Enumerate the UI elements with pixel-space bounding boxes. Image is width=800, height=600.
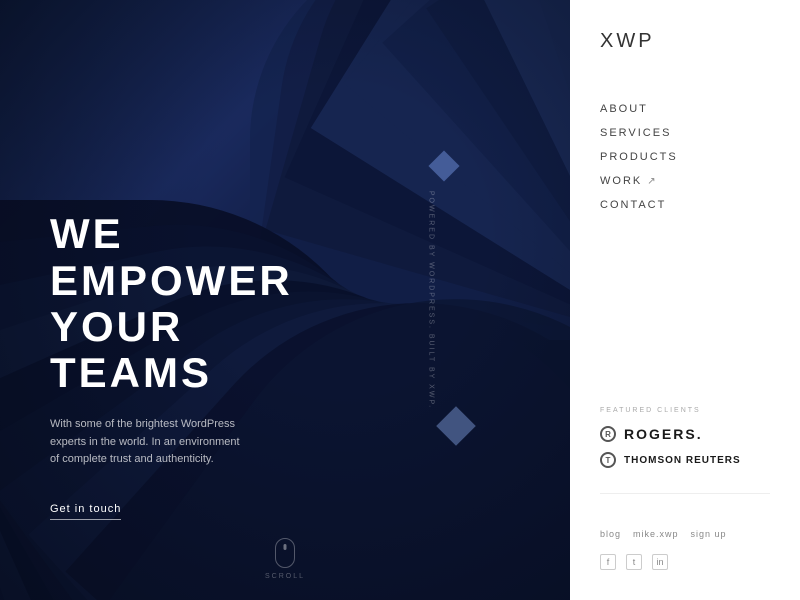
- twitter-icon[interactable]: t: [626, 554, 642, 570]
- thomson-client: T THOMSON REUTERS: [600, 452, 770, 468]
- nav-item-services[interactable]: SERVICES: [600, 127, 770, 139]
- footer-nav: blog mike.xwp sign up: [600, 529, 770, 539]
- thomson-logo-text: THOMSON REUTERS: [624, 455, 741, 466]
- page-wrapper: POWERED BY WORDPRESS. BUILT BY XWP. WE E…: [0, 0, 800, 600]
- hero-subtitle: With some of the brightest WordPress exp…: [50, 416, 250, 469]
- footer-link-blog[interactable]: blog: [600, 529, 621, 539]
- divider: [600, 493, 770, 494]
- linkedin-icon[interactable]: in: [652, 554, 668, 570]
- scroll-mouse-icon: [275, 538, 295, 568]
- logo[interactable]: XWP: [600, 30, 770, 53]
- hero-content: WE EMPOWER YOUR TEAMS With some of the b…: [0, 211, 293, 600]
- vertical-tagline: POWERED BY WORDPRESS. BUILT BY XWP.: [427, 191, 434, 409]
- nav-menu: ABOUT SERVICES PRODUCTS WORK↗ CONTACT: [600, 103, 770, 387]
- nav-panel: XWP ABOUT SERVICES PRODUCTS WORK↗ CONTACT FE…: [570, 0, 800, 600]
- rogers-logo-text: ROGERS.: [624, 426, 703, 442]
- facebook-icon[interactable]: f: [600, 554, 616, 570]
- scroll-indicator: SCROLL: [265, 538, 305, 580]
- hero-title: WE EMPOWER YOUR TEAMS: [50, 211, 293, 396]
- rogers-client: R ROGERS.: [600, 426, 770, 442]
- clients-section: FEATURED CLIENTS R ROGERS. T THOMSON REU…: [600, 387, 770, 478]
- nav-item-products[interactable]: PRODUCTS: [600, 151, 770, 163]
- nav-item-contact[interactable]: CONTACT: [600, 199, 770, 211]
- nav-arrow-icon: ↗: [647, 176, 657, 187]
- hero-panel: POWERED BY WORDPRESS. BUILT BY XWP. WE E…: [0, 0, 570, 600]
- cta-button[interactable]: Get in touch: [50, 503, 121, 520]
- nav-item-about[interactable]: ABOUT: [600, 103, 770, 115]
- footer-link-sign up[interactable]: sign up: [691, 529, 727, 539]
- nav-item-work[interactable]: WORK↗: [600, 175, 770, 187]
- thomson-icon: T: [600, 452, 616, 468]
- clients-label: FEATURED CLIENTS: [600, 407, 770, 414]
- social-icons: ftin: [600, 554, 770, 570]
- footer-link-mike-xwp[interactable]: mike.xwp: [633, 529, 679, 539]
- scroll-label: SCROLL: [265, 573, 305, 580]
- rogers-icon: R: [600, 426, 616, 442]
